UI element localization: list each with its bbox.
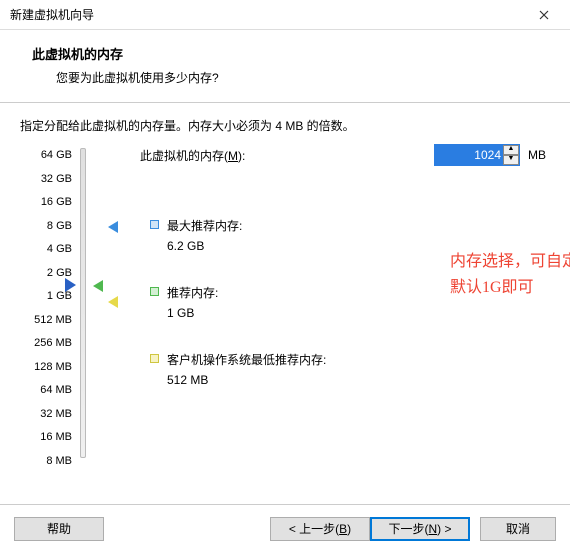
memory-settings-panel: 此虚拟机的内存(M): ▲ ▼ MB 最大推荐内存: 6.2 GB 推荐内存: bbox=[140, 144, 546, 186]
memory-slider[interactable] bbox=[80, 148, 86, 458]
scale-tick-label: 2 GB bbox=[16, 262, 72, 286]
min-memory-icon bbox=[150, 354, 159, 363]
scale-tick-label: 8 MB bbox=[16, 450, 72, 474]
memory-input-label: 此虚拟机的内存(M): bbox=[140, 147, 434, 164]
page-title: 此虚拟机的内存 bbox=[32, 44, 546, 63]
scale-tick-label: 32 MB bbox=[16, 403, 72, 427]
scale-tick-label: 16 GB bbox=[16, 191, 72, 215]
max-memory-value: 6.2 GB bbox=[167, 237, 242, 255]
scale-tick-label: 256 MB bbox=[16, 332, 72, 356]
recommended-memory-marker-icon bbox=[93, 280, 103, 292]
close-button[interactable] bbox=[524, 1, 564, 29]
scale-tick-label: 64 MB bbox=[16, 379, 72, 403]
recommended-memory-icon bbox=[150, 287, 159, 296]
recommended-memory-info: 推荐内存: 1 GB bbox=[150, 284, 218, 322]
scale-tick-label: 4 GB bbox=[16, 238, 72, 262]
scale-tick-label: 16 MB bbox=[16, 426, 72, 450]
slider-thumb-icon[interactable] bbox=[65, 278, 76, 292]
description-text: 指定分配给此虚拟机的内存量。内存大小必须为 4 MB 的倍数。 bbox=[0, 103, 570, 144]
page-subtitle: 您要为此虚拟机使用多少内存? bbox=[32, 69, 546, 86]
max-memory-icon bbox=[150, 220, 159, 229]
min-memory-info: 客户机操作系统最低推荐内存: 512 MB bbox=[150, 351, 326, 389]
back-button[interactable]: < 上一步(B) bbox=[270, 517, 370, 541]
min-memory-label: 客户机操作系统最低推荐内存: bbox=[167, 351, 326, 369]
spinner-down-button[interactable]: ▼ bbox=[503, 155, 519, 165]
recommended-memory-value: 1 GB bbox=[167, 304, 218, 322]
max-memory-label: 最大推荐内存: bbox=[167, 217, 242, 235]
max-memory-info: 最大推荐内存: 6.2 GB bbox=[150, 217, 242, 255]
help-button[interactable]: 帮助 bbox=[14, 517, 104, 541]
annotation-text: 内存选择，可自定义，这里我们默认1G即可 bbox=[450, 249, 570, 301]
memory-unit: MB bbox=[528, 148, 546, 162]
scale-tick-label: 512 MB bbox=[16, 309, 72, 333]
scale-tick-label: 32 GB bbox=[16, 168, 72, 192]
next-button[interactable]: 下一步(N) > bbox=[370, 517, 470, 541]
memory-scale: 64 GB 32 GB 16 GB 8 GB 4 GB 2 GB 1 GB 51… bbox=[16, 144, 72, 473]
scale-tick-label: 1 GB bbox=[16, 285, 72, 309]
main-content: 64 GB 32 GB 16 GB 8 GB 4 GB 2 GB 1 GB 51… bbox=[0, 144, 570, 474]
button-bar: 帮助 < 上一步(B) 下一步(N) > 取消 bbox=[0, 504, 570, 552]
cancel-button[interactable]: 取消 bbox=[480, 517, 556, 541]
recommended-memory-label: 推荐内存: bbox=[167, 284, 218, 302]
close-icon bbox=[539, 10, 549, 20]
memory-input[interactable] bbox=[435, 145, 503, 165]
title-bar: 新建虚拟机向导 bbox=[0, 0, 570, 30]
scale-tick-label: 64 GB bbox=[16, 144, 72, 168]
scale-tick-label: 128 MB bbox=[16, 356, 72, 380]
max-memory-marker-icon bbox=[108, 221, 118, 233]
min-memory-marker-icon bbox=[108, 296, 118, 308]
scale-tick-label: 8 GB bbox=[16, 215, 72, 239]
window-title: 新建虚拟机向导 bbox=[10, 6, 94, 23]
spinner-up-button[interactable]: ▲ bbox=[503, 145, 519, 155]
wizard-header: 此虚拟机的内存 您要为此虚拟机使用多少内存? bbox=[0, 30, 570, 98]
memory-input-row: 此虚拟机的内存(M): ▲ ▼ MB bbox=[140, 144, 546, 166]
memory-spinner[interactable]: ▲ ▼ bbox=[434, 144, 520, 166]
min-memory-value: 512 MB bbox=[167, 371, 326, 389]
